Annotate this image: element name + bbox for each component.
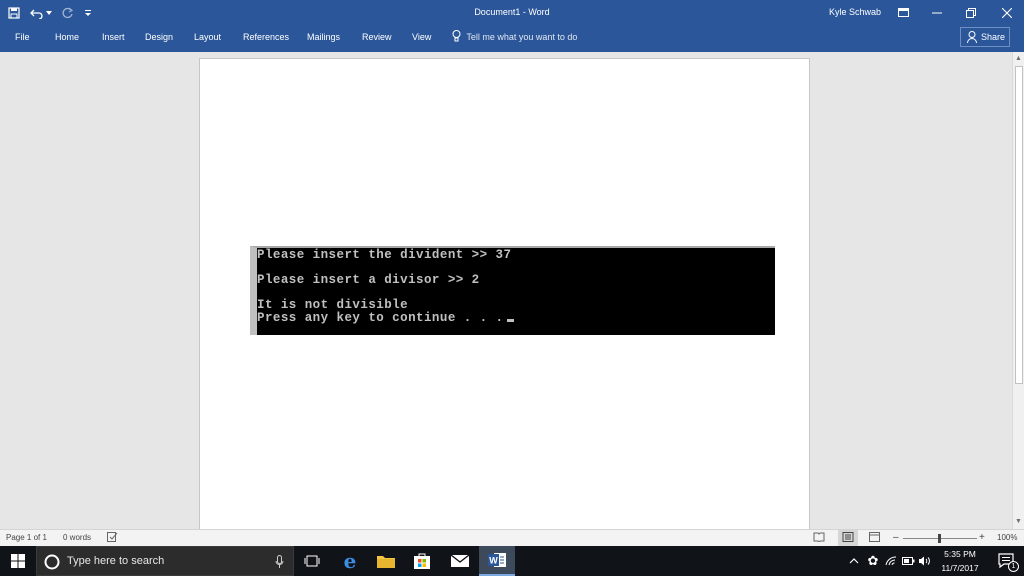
restore-icon[interactable]	[954, 0, 988, 25]
zoom-in-icon[interactable]: +	[979, 530, 985, 546]
tab-view[interactable]: View	[412, 25, 431, 50]
taskbar: Type here to search e W ✿ 5:35 PM 11/7/2…	[0, 546, 1024, 576]
show-hidden-icons-icon[interactable]	[845, 546, 863, 576]
tab-review[interactable]: Review	[362, 25, 392, 50]
read-mode-icon[interactable]	[813, 530, 825, 546]
mail-icon[interactable]	[442, 546, 478, 576]
web-layout-icon[interactable]	[869, 530, 881, 546]
microphone-icon[interactable]	[275, 555, 284, 569]
console-line-text: Press any key to continue . . .	[257, 311, 504, 325]
ribbon-display-options-icon[interactable]	[886, 0, 920, 25]
console-line: Please insert a divisor >> 2	[257, 273, 480, 287]
console-line: It is not divisible	[257, 298, 409, 312]
cortana-circle-icon	[44, 554, 60, 570]
tab-insert[interactable]: Insert	[102, 25, 125, 50]
zoom-level[interactable]: 100%	[997, 530, 1017, 546]
taskbar-search-box[interactable]: Type here to search	[36, 546, 294, 576]
volume-icon[interactable]	[916, 546, 934, 576]
tab-mailings[interactable]: Mailings	[307, 25, 340, 50]
wifi-icon[interactable]	[882, 546, 900, 576]
edge-browser-icon[interactable]: e	[332, 546, 368, 576]
console-output-image: Please insert the divident >> 37 Please …	[250, 246, 775, 335]
tab-layout[interactable]: Layout	[194, 25, 221, 50]
proofing-icon[interactable]	[107, 530, 118, 546]
status-bar: Page 1 of 1 0 words – + 100%	[0, 529, 1024, 546]
windows-start-icon[interactable]	[0, 546, 36, 576]
lightbulb-icon	[452, 30, 461, 42]
tell-me-search[interactable]: Tell me what you want to do	[452, 25, 577, 50]
search-placeholder: Type here to search	[67, 555, 165, 567]
action-center-icon[interactable]: 1	[988, 546, 1024, 576]
tab-references[interactable]: References	[243, 25, 289, 50]
share-button[interactable]: Share	[960, 27, 1010, 47]
clock-date[interactable]: 11/7/2017	[934, 563, 986, 573]
battery-icon[interactable]	[899, 546, 917, 576]
user-name[interactable]: Kyle Schwab	[829, 0, 881, 25]
tab-home[interactable]: Home	[55, 25, 79, 50]
tell-me-text: Tell me what you want to do	[466, 32, 578, 42]
close-icon[interactable]	[990, 0, 1024, 25]
task-view-icon[interactable]	[294, 546, 330, 576]
console-cursor	[506, 319, 514, 322]
tab-design[interactable]: Design	[145, 25, 173, 50]
person-icon	[967, 31, 977, 43]
store-icon[interactable]	[404, 546, 440, 576]
notification-badge: 1	[1008, 561, 1019, 572]
ribbon-tabs: File Home Insert Design Layout Reference…	[0, 25, 1024, 52]
print-layout-icon[interactable]	[838, 530, 858, 546]
svg-text:W: W	[489, 556, 498, 566]
word-app-icon[interactable]: W	[479, 546, 515, 576]
console-line: Please insert the divident >> 37	[257, 248, 512, 262]
file-explorer-icon[interactable]	[368, 546, 404, 576]
zoom-out-icon[interactable]: –	[893, 530, 899, 546]
clock-time[interactable]: 5:35 PM	[934, 549, 986, 559]
word-count[interactable]: 0 words	[63, 530, 91, 546]
console-line-last: Press any key to continue . . .	[257, 311, 514, 325]
vertical-scrollbar[interactable]: ▲ ▼	[1012, 52, 1024, 529]
share-label: Share	[981, 32, 1006, 42]
minimize-icon[interactable]	[920, 0, 954, 25]
weather-app-icon[interactable]: ✿	[863, 546, 883, 576]
zoom-slider-handle[interactable]	[938, 534, 941, 543]
scroll-down-arrow-icon[interactable]: ▼	[1015, 518, 1022, 525]
title-bar: Document1 - Word Kyle Schwab	[0, 0, 1024, 25]
page-count[interactable]: Page 1 of 1	[6, 530, 47, 546]
scroll-up-arrow-icon[interactable]: ▲	[1015, 55, 1022, 62]
scrollbar-thumb[interactable]	[1015, 66, 1023, 384]
tab-file[interactable]: File	[15, 25, 30, 50]
